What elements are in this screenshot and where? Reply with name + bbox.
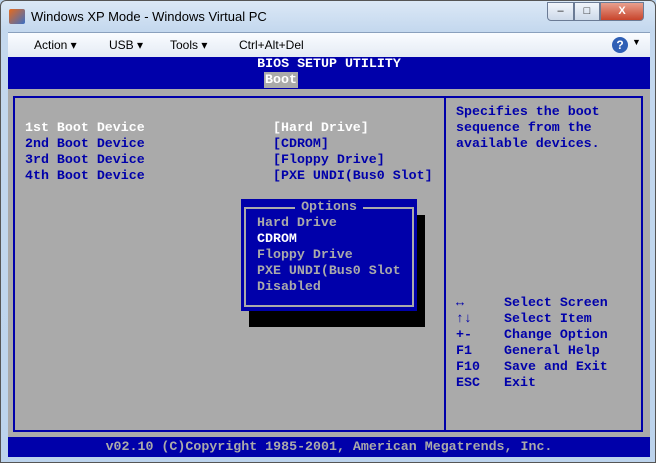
key: ESC: [456, 375, 480, 390]
help-text: available devices.: [456, 136, 600, 151]
key-desc: Save and Exit: [504, 359, 608, 374]
boot-device-value[interactable]: [PXE UNDI(Bus0 Slot]: [273, 168, 433, 184]
key-desc: Select Item: [504, 311, 592, 326]
boot-device-label[interactable]: 3rd Boot Device: [25, 152, 145, 168]
option-item-selected[interactable]: CDROM: [257, 231, 297, 247]
key: F10: [456, 359, 480, 374]
close-button[interactable]: X: [600, 2, 644, 21]
option-item[interactable]: Floppy Drive: [257, 247, 353, 263]
boot-device-label[interactable]: 1st Boot Device: [25, 120, 145, 136]
option-item[interactable]: Disabled: [257, 279, 321, 295]
window: Windows XP Mode - Windows Virtual PC – □…: [0, 0, 656, 463]
key: ↑↓: [456, 311, 472, 326]
key: F1: [456, 343, 472, 358]
maximize-button[interactable]: □: [574, 2, 600, 21]
help-dropdown-icon[interactable]: ▼: [632, 37, 641, 47]
key-desc: Select Screen: [504, 295, 608, 310]
bios-screen[interactable]: BIOS SETUP UTILITY Boot 1st Boot Device …: [8, 56, 650, 457]
help-text: sequence from the: [456, 120, 592, 135]
bios-title: BIOS SETUP UTILITY: [257, 56, 401, 71]
boot-device-value[interactable]: [CDROM]: [273, 136, 329, 152]
menu-ctrl-alt-del[interactable]: Ctrl+Alt+Del: [239, 38, 304, 52]
boot-device-value[interactable]: [Hard Drive]: [273, 120, 369, 136]
menu-action[interactable]: Action ▾: [34, 38, 77, 52]
key-desc: General Help: [504, 343, 600, 358]
option-item[interactable]: PXE UNDI(Bus0 Slot: [257, 263, 401, 279]
help-text: Specifies the boot: [456, 104, 600, 119]
key: ↔: [456, 295, 464, 310]
divider: [444, 96, 446, 432]
window-title: Windows XP Mode - Windows Virtual PC: [31, 9, 267, 24]
tab-boot[interactable]: Boot: [264, 72, 298, 88]
copyright-text: v02.10 (C)Copyright 1985-2001, American …: [105, 439, 553, 454]
toolbar: Action ▾ USB ▾ Tools ▾ Ctrl+Alt+Del ? ▼: [8, 32, 650, 57]
menu-tools[interactable]: Tools ▾: [170, 38, 207, 52]
popup-title: Options: [295, 199, 363, 214]
key-desc: Exit: [504, 375, 536, 390]
option-item[interactable]: Hard Drive: [257, 215, 337, 231]
boot-device-value[interactable]: [Floppy Drive]: [273, 152, 385, 168]
boot-device-label[interactable]: 2nd Boot Device: [25, 136, 145, 152]
key-desc: Change Option: [504, 327, 608, 342]
key: +-: [456, 327, 472, 342]
app-icon: [9, 9, 25, 24]
boot-device-label[interactable]: 4th Boot Device: [25, 168, 145, 184]
options-popup: Options Hard Drive CDROM Floppy Drive PX…: [241, 199, 417, 311]
minimize-button[interactable]: –: [547, 2, 574, 21]
menu-usb[interactable]: USB ▾: [109, 38, 143, 52]
help-icon[interactable]: ?: [612, 37, 628, 53]
